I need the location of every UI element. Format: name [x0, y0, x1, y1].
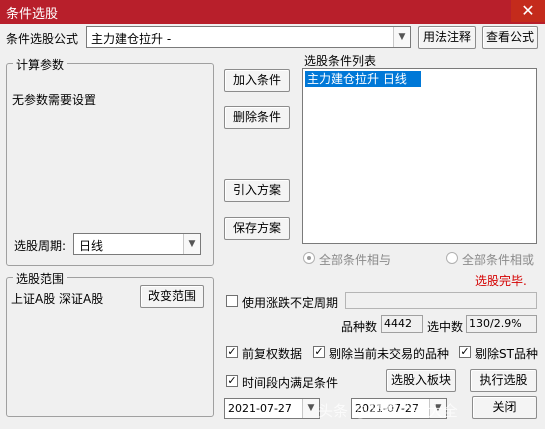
all-and-label: 全部条件相与: [319, 253, 392, 267]
add-to-board-button[interactable]: 选股入板块: [386, 369, 456, 392]
view-formula-button[interactable]: 查看公式: [482, 26, 538, 49]
exclude-st-checkbox[interactable]: ✓: [459, 346, 471, 358]
condition-list-item[interactable]: 主力建仓拉升 日线: [305, 71, 421, 87]
watermark: 头条 @股票公式大全: [318, 402, 458, 420]
selected-count-value: 130/2.9%: [469, 317, 522, 330]
period-select[interactable]: 日线 ▼: [73, 233, 201, 255]
chevron-down-icon[interactable]: ▼: [302, 399, 319, 418]
exclude-st-label: 剔除ST品种: [475, 347, 538, 361]
selected-count-label: 选中数: [427, 320, 464, 334]
title-bar: 条件选股 ✕: [0, 0, 545, 24]
time-range-checkbox[interactable]: ✓: [226, 375, 238, 387]
exclude-untraded-checkbox[interactable]: ✓: [313, 346, 325, 358]
period-value: 日线: [79, 239, 104, 253]
stock-count-field: 4442: [381, 315, 423, 333]
window-title: 条件选股: [6, 7, 59, 22]
change-range-button[interactable]: 改变范围: [140, 285, 204, 308]
start-date-value: 2021-07-27: [228, 402, 292, 415]
selected-count-field: 130/2.9%: [466, 315, 537, 333]
formula-select[interactable]: 主力建仓拉升 - ▼: [86, 26, 411, 48]
add-condition-button[interactable]: 加入条件: [224, 69, 290, 92]
use-limit-period-checkbox[interactable]: [226, 295, 238, 307]
exclude-untraded-label: 剔除当前未交易的品种: [329, 347, 450, 361]
pre-adjust-checkbox[interactable]: ✓: [226, 346, 238, 358]
radio-all-or[interactable]: [446, 252, 458, 264]
condition-list[interactable]: 主力建仓拉升 日线: [302, 68, 537, 244]
range-group-title: 选股范围: [13, 270, 68, 287]
start-date-field[interactable]: 2021-07-27 ▼: [224, 398, 320, 419]
chevron-down-icon[interactable]: ▼: [393, 27, 410, 47]
close-icon[interactable]: ✕: [511, 0, 545, 22]
params-group-title: 计算参数: [13, 56, 68, 73]
params-message: 无参数需要设置: [12, 93, 97, 107]
execute-button[interactable]: 执行选股: [470, 369, 537, 392]
delete-condition-button[interactable]: 删除条件: [224, 106, 290, 129]
formula-label: 条件选股公式: [6, 32, 79, 46]
period-range-field: [345, 292, 537, 309]
formula-value: 主力建仓拉升 -: [91, 32, 172, 46]
chevron-down-icon[interactable]: ▼: [183, 234, 200, 254]
save-scheme-button[interactable]: 保存方案: [224, 217, 290, 240]
range-value: 上证A股 深证A股: [11, 292, 104, 306]
condition-list-label: 选股条件列表: [304, 54, 377, 68]
close-button[interactable]: 关闭: [472, 396, 537, 419]
pre-adjust-label: 前复权数据: [242, 347, 303, 361]
all-or-label: 全部条件相或: [462, 253, 535, 267]
radio-all-and[interactable]: [303, 252, 315, 264]
use-limit-period-label: 使用涨跌不定周期: [242, 296, 339, 310]
usage-note-button[interactable]: 用法注释: [418, 26, 476, 49]
stock-count-label: 品种数: [341, 320, 378, 334]
time-range-label: 时间段内满足条件: [242, 376, 339, 390]
import-scheme-button[interactable]: 引入方案: [224, 179, 290, 202]
stock-count-value: 4442: [384, 317, 412, 330]
period-label: 选股周期:: [14, 239, 67, 253]
status-text: 选股完毕.: [475, 274, 527, 288]
